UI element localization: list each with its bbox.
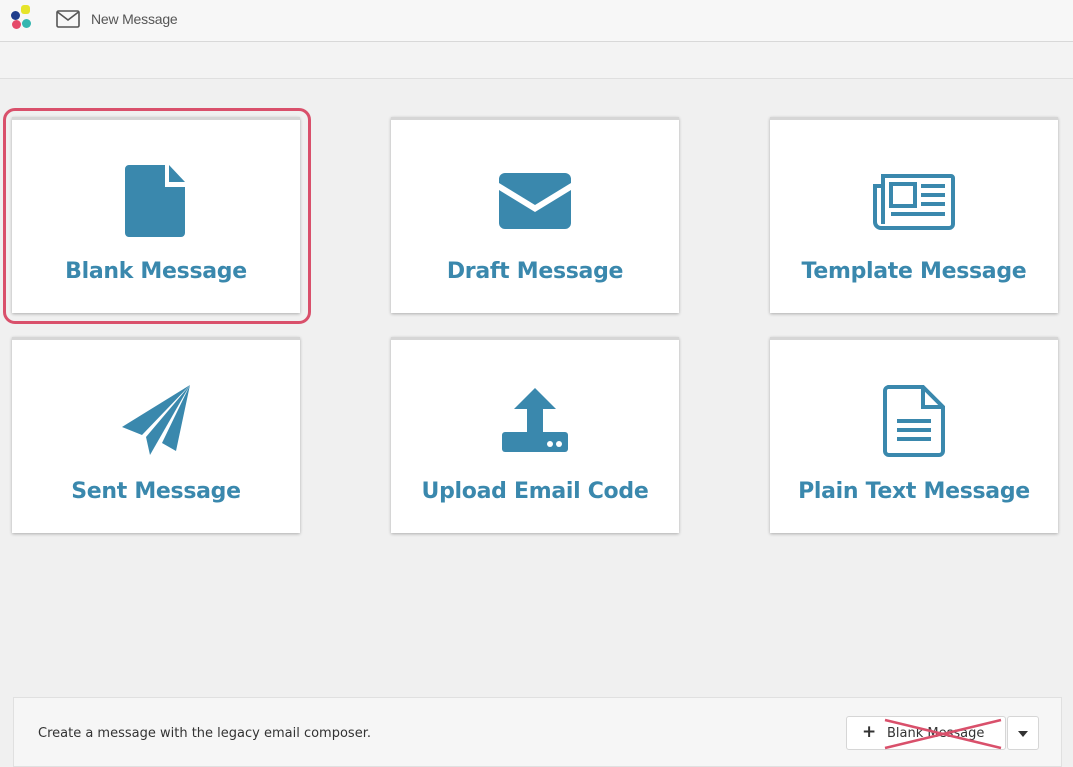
legacy-blank-message-button[interactable]: + Blank Message <box>846 716 1006 750</box>
envelope-outline-icon <box>56 10 80 28</box>
draft-message-label: Draft Message <box>446 259 624 284</box>
newspaper-icon <box>873 174 955 230</box>
sent-message-label: Sent Message <box>71 479 241 504</box>
blank-message-label: Blank Message <box>65 259 247 284</box>
text-file-icon <box>883 385 945 457</box>
paper-plane-icon <box>122 385 190 455</box>
legacy-composer-footer: Create a message with the legacy email c… <box>13 697 1062 767</box>
sent-message-card[interactable]: Sent Message <box>12 337 300 533</box>
caret-down-icon <box>1018 731 1028 737</box>
envelope-icon <box>499 173 571 229</box>
file-icon <box>125 165 185 237</box>
page-title: New Message <box>91 11 178 27</box>
draft-message-card[interactable]: Draft Message <box>391 117 679 313</box>
top-bar: New Message <box>0 0 1073 42</box>
upload-email-code-label: Upload Email Code <box>421 479 649 504</box>
upload-email-code-card[interactable]: Upload Email Code <box>391 337 679 533</box>
toolbar-strip <box>0 42 1073 79</box>
template-message-label: Template Message <box>801 259 1027 284</box>
plain-text-message-card[interactable]: Plain Text Message <box>770 337 1058 533</box>
app-logo[interactable] <box>11 5 37 31</box>
strikethrough-x-mark <box>884 718 1002 750</box>
plus-icon: + <box>862 722 877 742</box>
upload-icon <box>502 388 568 452</box>
legacy-dropdown-button[interactable] <box>1007 716 1039 750</box>
legacy-composer-text: Create a message with the legacy email c… <box>38 726 371 741</box>
plain-text-message-label: Plain Text Message <box>798 479 1030 504</box>
template-message-card[interactable]: Template Message <box>770 117 1058 313</box>
blank-message-card[interactable]: Blank Message <box>12 117 300 313</box>
